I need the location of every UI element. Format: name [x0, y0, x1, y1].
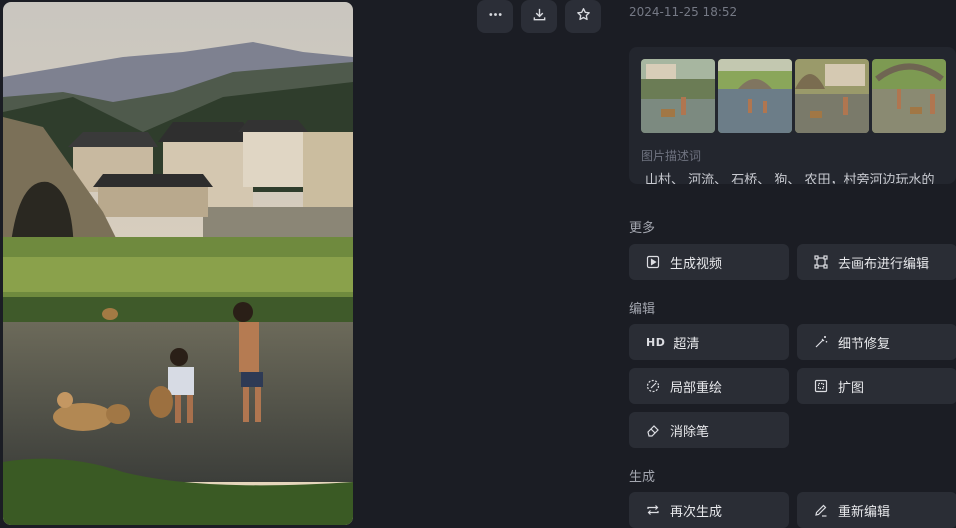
download-icon: [532, 7, 547, 26]
edit-in-canvas-button[interactable]: 去画布进行编辑: [797, 244, 956, 280]
reference-card: 图片描述词 山村、 河流、 石桥、 狗、 农田，村旁河边玩水的: [629, 47, 956, 184]
generate-video-label: 生成视频: [670, 256, 723, 272]
inpaint-label: 局部重绘: [670, 380, 723, 396]
eraser-button[interactable]: 消除笔: [629, 412, 789, 448]
hd-icon: HD: [646, 335, 666, 349]
outpaint-button[interactable]: 扩图: [797, 368, 956, 404]
expand-icon: [814, 379, 828, 393]
canvas-icon: [814, 255, 828, 269]
detail-repair-label: 细节修复: [838, 336, 891, 352]
upscale-button[interactable]: HD 超清: [629, 324, 789, 360]
eraser-icon: [646, 423, 660, 437]
video-icon: [646, 255, 660, 269]
section-title-edit: 编辑: [629, 302, 656, 317]
section-title-generate: 生成: [629, 470, 656, 485]
edit-in-canvas-label: 去画布进行编辑: [838, 256, 930, 272]
generate-video-button[interactable]: 生成视频: [629, 244, 789, 280]
re-edit-label: 重新编辑: [838, 504, 891, 520]
detail-repair-button[interactable]: 细节修复: [797, 324, 956, 360]
thumbnail-2[interactable]: [718, 59, 792, 133]
section-title-more: 更多: [629, 221, 656, 236]
inpaint-button[interactable]: 局部重绘: [629, 368, 789, 404]
regenerate-button[interactable]: 再次生成: [629, 492, 789, 528]
brush-icon: [646, 379, 660, 393]
description-label: 图片描述词: [641, 149, 702, 163]
pencil-icon: [814, 503, 828, 517]
thumbnail-4[interactable]: [872, 59, 946, 133]
eraser-label: 消除笔: [670, 424, 710, 440]
outpaint-label: 扩图: [838, 380, 865, 396]
thumbnail-3[interactable]: [795, 59, 869, 133]
magic-wand-icon: [814, 335, 828, 349]
regenerate-label: 再次生成: [670, 504, 723, 520]
download-button[interactable]: [521, 0, 557, 33]
more-icon: [488, 7, 503, 26]
upscale-label: 超清: [673, 336, 700, 352]
repeat-icon: [646, 503, 660, 517]
star-icon: [576, 7, 591, 26]
reference-thumbnails: [641, 59, 946, 133]
re-edit-button[interactable]: 重新编辑: [797, 492, 956, 528]
description-text: 山村、 河流、 石桥、 狗、 农田，村旁河边玩水的: [645, 173, 935, 184]
timestamp: 2024-11-25 18:52: [629, 5, 738, 19]
favorite-button[interactable]: [565, 0, 601, 33]
generated-image[interactable]: [3, 2, 353, 525]
thumbnail-1[interactable]: [641, 59, 715, 133]
more-options-button[interactable]: [477, 0, 513, 33]
